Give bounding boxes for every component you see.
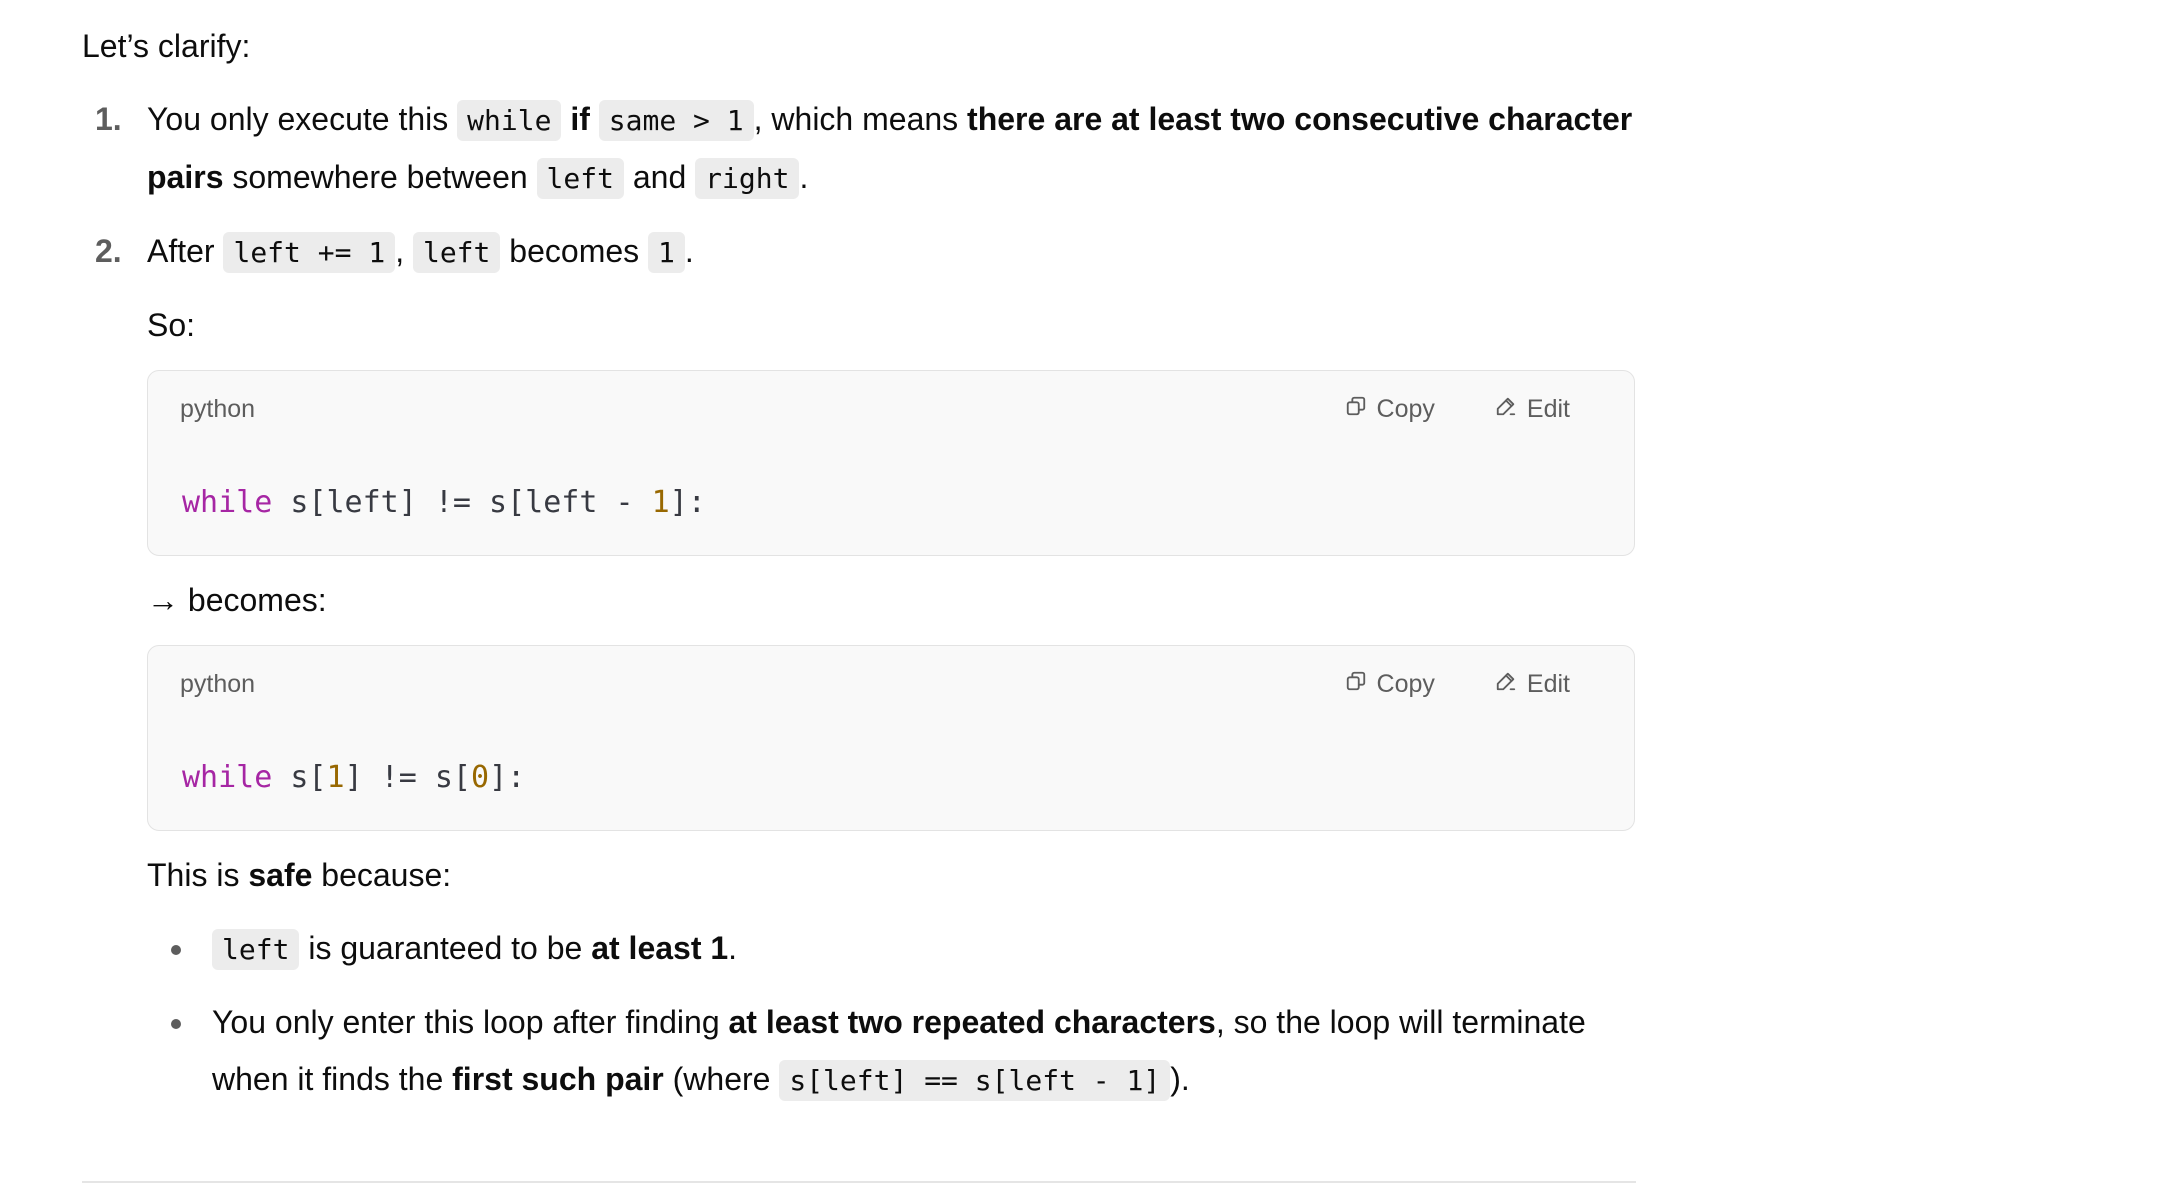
code-line: while s[1] != s[0]: [182, 758, 525, 798]
text: , which means [753, 101, 968, 137]
code-line: while s[left] != s[left - 1]: [182, 483, 706, 523]
code-block-1: python Copy Edit while s[left] != s[left… [147, 370, 1635, 556]
text: becomes [500, 233, 649, 269]
code-number: 1 [651, 485, 670, 520]
numbered-list: 1. You only execute this while if same >… [82, 91, 1642, 1109]
edit-button[interactable]: Edit [1495, 666, 1570, 702]
bullet-item-2: You only enter this loop after finding a… [147, 994, 1642, 1109]
code-language-label: python [180, 670, 256, 698]
code-language-label: python [180, 395, 256, 423]
copy-label: Copy [1376, 670, 1435, 698]
list-item-2: 2. After left += 1, left becomes 1. So: … [82, 223, 1642, 1109]
code-actions: Copy Edit [1345, 666, 1570, 702]
message-content: Let’s clarify: 1. You only execute this … [82, 18, 1642, 1125]
bullet-item-1: left is guaranteed to be at least 1. [147, 920, 1642, 978]
inline-code: while [457, 100, 562, 141]
bullet-dot [171, 945, 181, 955]
inline-code: right [695, 158, 800, 199]
inline-code: left [412, 232, 501, 273]
copy-button[interactable]: Copy [1345, 391, 1435, 427]
list-item-1: 1. You only execute this while if same >… [82, 91, 1642, 207]
edit-label: Edit [1526, 670, 1570, 698]
text: . [799, 159, 809, 195]
code-keyword: while [182, 760, 273, 795]
text: After [147, 233, 224, 269]
copy-button[interactable]: Copy [1345, 666, 1435, 702]
copy-icon [1345, 666, 1367, 702]
copy-label: Copy [1376, 395, 1435, 423]
section-divider [82, 1181, 1636, 1183]
code-text: ]: [489, 760, 526, 795]
text: You only execute this [147, 101, 458, 137]
inline-code: 1 [648, 232, 685, 273]
inline-code: left [536, 158, 624, 199]
edit-button[interactable]: Edit [1495, 391, 1570, 427]
inline-code: left += 1 [223, 232, 396, 273]
inline-code: left [212, 929, 300, 970]
edit-label: Edit [1526, 395, 1570, 423]
list-item-text: After left += 1, left becomes 1. [147, 223, 1642, 281]
edit-pencil-icon [1495, 666, 1517, 702]
code-text: ] != s[ [344, 760, 471, 795]
edit-pencil-icon [1495, 391, 1517, 427]
inline-code: same > 1 [598, 100, 754, 141]
text: You only enter this loop after finding [212, 1004, 729, 1040]
bold-text: safe [248, 857, 313, 893]
bullet-dot [171, 1019, 181, 1029]
text: ). [1170, 1061, 1190, 1097]
safe-text: This is safe because: [147, 847, 1642, 904]
code-text: ]: [669, 485, 706, 520]
code-text: s[ [272, 760, 327, 795]
text: (where [663, 1061, 780, 1097]
bold-text: at least two repeated characters [728, 1004, 1216, 1040]
bold-text: at least 1 [591, 930, 729, 966]
bullet-text: left is guaranteed to be at least 1. [212, 920, 1642, 978]
list-item-text: You only execute this while if same > 1,… [147, 91, 1642, 207]
code-block-2: python Copy Edit while s[1] != s[0]: [147, 645, 1635, 831]
text: . [684, 233, 694, 269]
text: . [728, 930, 738, 966]
text: because: [312, 857, 452, 893]
copy-icon [1345, 391, 1367, 427]
list-number: 1. [95, 101, 122, 137]
text: somewhere between [223, 159, 537, 195]
code-keyword: while [182, 485, 273, 520]
inline-code: s[left] == s[left - 1] [779, 1060, 1171, 1101]
text: , [395, 233, 413, 269]
intro-text: Let’s clarify: [82, 28, 251, 64]
code-actions: Copy Edit [1345, 391, 1570, 427]
text: is guaranteed to be [299, 930, 592, 966]
bold-text: first such pair [452, 1061, 664, 1097]
code-text: s[left] != s[left - [272, 485, 652, 520]
text: This is [147, 857, 249, 893]
code-number: 1 [326, 760, 345, 795]
becomes-text: → becomes: [147, 582, 327, 618]
bullet-text: You only enter this loop after finding a… [212, 994, 1642, 1109]
code-number: 0 [471, 760, 490, 795]
text: and [623, 159, 696, 195]
list-number: 2. [95, 233, 122, 269]
bold-text: if [570, 101, 590, 137]
bullet-list: left is guaranteed to be at least 1. You… [147, 920, 1642, 1109]
so-text: So: [147, 307, 196, 343]
